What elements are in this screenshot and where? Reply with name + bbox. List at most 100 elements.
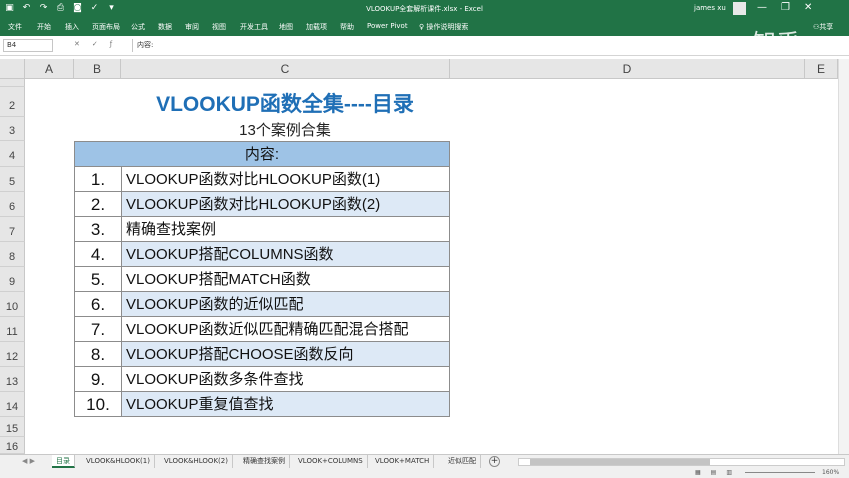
zoom-slider[interactable] (745, 472, 815, 473)
item-number[interactable]: 6. (74, 291, 122, 317)
sheet-tab-toc[interactable]: 目录 (52, 455, 75, 468)
ribbon-tabs: 文件 开始 插入 页面布局 公式 数据 审阅 视图 开发工具 地图 加载项 帮助… (0, 18, 849, 36)
contents-table: 内容: 1. VLOOKUP函数对比HLOOKUP函数(1) 2. VLOOKUP函… (74, 141, 450, 417)
tab-developer[interactable]: 开发工具 (240, 22, 268, 32)
page-break-view-icon[interactable]: ▥ (726, 469, 732, 476)
formula-bar: B4 ✕ ✓ ƒ 内容: (0, 36, 849, 56)
row-header-5[interactable]: 5 (0, 167, 25, 192)
item-number[interactable]: 9. (74, 366, 122, 392)
sheet-tab-vlook-columns[interactable]: VLOOK+COLUMNS (294, 455, 368, 468)
row-header-16[interactable]: 16 (0, 437, 25, 454)
tab-page-layout[interactable]: 页面布局 (92, 22, 120, 32)
row-header-7[interactable]: 7 (0, 217, 25, 242)
table-row: 7. VLOOKUP函数近似匹配精确匹配混合搭配 (74, 316, 450, 342)
item-number[interactable]: 3. (74, 216, 122, 242)
item-text[interactable]: VLOOKUP重复值查找 (121, 391, 450, 417)
row-header-10[interactable]: 10 (0, 292, 25, 317)
tab-formulas[interactable]: 公式 (131, 22, 145, 32)
item-text[interactable]: 精确查找案例 (121, 216, 450, 242)
sheet-tab-exact-lookup[interactable]: 精确查找案例 (239, 455, 290, 468)
item-text[interactable]: VLOOKUP函数的近似匹配 (121, 291, 450, 317)
tab-file[interactable]: 文件 (8, 22, 22, 32)
tab-view[interactable]: 视图 (212, 22, 226, 32)
share-button[interactable]: ⚇共享 (813, 22, 833, 32)
row-header-12[interactable]: 12 (0, 342, 25, 367)
user-name[interactable]: james xu (694, 4, 726, 12)
row-header-1[interactable] (0, 79, 25, 87)
row-header-11[interactable]: 11 (0, 317, 25, 342)
tab-map[interactable]: 地图 (279, 22, 293, 32)
horizontal-scrollbar-thumb[interactable] (530, 459, 710, 465)
row-header-6[interactable]: 6 (0, 192, 25, 217)
view-buttons: ▦ ▤ ▥ (695, 469, 732, 476)
item-number[interactable]: 2. (74, 191, 122, 217)
tell-me-label: 操作说明搜索 (426, 23, 469, 31)
row-header-4[interactable]: 4 (0, 141, 25, 167)
table-header-cell[interactable]: 内容: (74, 141, 450, 167)
column-header-d[interactable]: D (450, 59, 805, 79)
table-row: 4. VLOOKUP搭配COLUMNS函数 (74, 241, 450, 267)
table-row: 1. VLOOKUP函数对比HLOOKUP函数(1) (74, 166, 450, 192)
column-header-b[interactable]: B (74, 59, 121, 79)
table-row: 5. VLOOKUP搭配MATCH函数 (74, 266, 450, 292)
row-header-2[interactable]: 2 (0, 87, 25, 117)
column-header-a[interactable]: A (25, 59, 74, 79)
tab-home[interactable]: 开始 (37, 22, 51, 32)
sheet-tab-vlook-hlook-2[interactable]: VLOOK&HLOOK(2) (160, 455, 233, 468)
normal-view-icon[interactable]: ▦ (695, 469, 701, 476)
item-text[interactable]: VLOOKUP函数对比HLOOKUP函数(1) (121, 166, 450, 192)
item-text[interactable]: VLOOKUP函数多条件查找 (121, 366, 450, 392)
row-header-15[interactable]: 15 (0, 417, 25, 437)
row-header-9[interactable]: 9 (0, 267, 25, 292)
formula-input[interactable]: 内容: (132, 39, 842, 52)
item-text[interactable]: VLOOKUP搭配CHOOSE函数反向 (121, 341, 450, 367)
item-text[interactable]: VLOOKUP搭配COLUMNS函数 (121, 241, 450, 267)
item-number[interactable]: 1. (74, 166, 122, 192)
status-bar: ▦ ▤ ▥ 160% (0, 468, 849, 478)
avatar[interactable] (733, 2, 746, 15)
sheet-tab-approx-match[interactable]: 近似匹配 (444, 455, 481, 468)
minimize-icon[interactable]: — (757, 2, 767, 13)
item-number[interactable]: 10. (74, 391, 122, 417)
tab-add-ins[interactable]: 加载项 (306, 22, 327, 32)
item-text[interactable]: VLOOKUP函数对比HLOOKUP函数(2) (121, 191, 450, 217)
item-text[interactable]: VLOOKUP函数近似匹配精确匹配混合搭配 (121, 316, 450, 342)
add-sheet-icon[interactable]: + (489, 456, 500, 467)
item-number[interactable]: 8. (74, 341, 122, 367)
name-box[interactable]: B4 (3, 39, 53, 52)
sheet-tab-vlook-match[interactable]: VLOOK+MATCH (371, 455, 435, 468)
tab-power-pivot[interactable]: Power Pivot (367, 22, 408, 30)
close-icon[interactable]: ✕ (804, 2, 812, 13)
item-number[interactable]: 5. (74, 266, 122, 292)
sheet-nav-icon[interactable]: ◀ ▶ (22, 457, 35, 465)
column-header-c[interactable]: C (121, 59, 450, 79)
sheet-tab-bar: ◀ ▶ 目录 VLOOK&HLOOK(1) VLOOK&HLOOK(2) 精确查… (0, 454, 849, 468)
restore-icon[interactable]: ❐ (781, 2, 790, 13)
row-header-13[interactable]: 13 (0, 367, 25, 392)
item-text[interactable]: VLOOKUP搭配MATCH函数 (121, 266, 450, 292)
item-number[interactable]: 4. (74, 241, 122, 267)
row-header-8[interactable]: 8 (0, 242, 25, 267)
row-header-3[interactable]: 3 (0, 117, 25, 141)
table-row: 8. VLOOKUP搭配CHOOSE函数反向 (74, 341, 450, 367)
sheet-tab-vlook-hlook-1[interactable]: VLOOK&HLOOK(1) (82, 455, 155, 468)
function-icon[interactable]: ƒ (110, 40, 112, 48)
tab-help[interactable]: 帮助 (340, 22, 354, 32)
zoom-level[interactable]: 160% (822, 469, 839, 476)
select-all-corner[interactable] (0, 59, 25, 79)
tab-review[interactable]: 审阅 (185, 22, 199, 32)
column-header-e[interactable]: E (805, 59, 838, 79)
page-layout-view-icon[interactable]: ▤ (711, 469, 717, 476)
item-number[interactable]: 7. (74, 316, 122, 342)
cancel-icon[interactable]: ✕ (74, 40, 80, 48)
enter-icon[interactable]: ✓ (92, 40, 98, 48)
tell-me-search[interactable]: ♀ 操作说明搜索 (419, 22, 468, 32)
row-header-14[interactable]: 14 (0, 392, 25, 417)
table-row: 3. 精确查找案例 (74, 216, 450, 242)
sheet-title: VLOOKUP函数全集----目录 (156, 93, 414, 116)
tab-insert[interactable]: 插入 (65, 22, 79, 32)
tab-data[interactable]: 数据 (158, 22, 172, 32)
title-bar: ▣ ↶ ↷ ⎙ ◙ ✓ ▾ VLOOKUP全套解析课件.xlsx - Excel… (0, 0, 849, 18)
vertical-scrollbar[interactable] (838, 59, 849, 454)
share-label: 共享 (819, 23, 834, 31)
